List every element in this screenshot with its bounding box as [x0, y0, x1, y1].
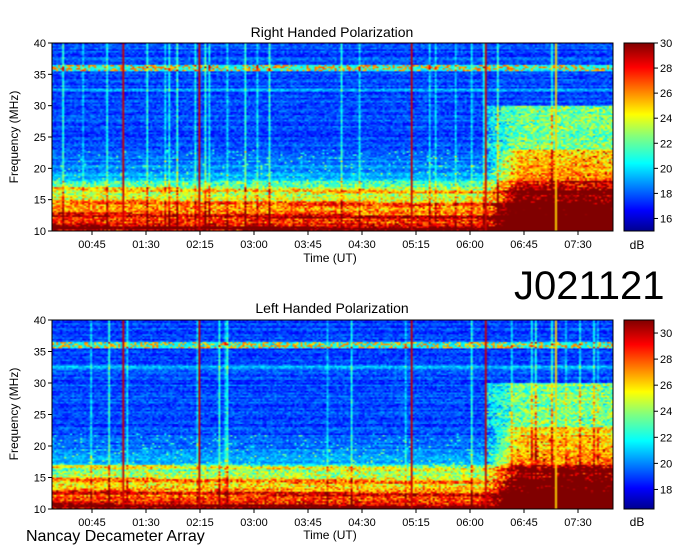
left-colorbar-unit: dB — [630, 515, 645, 529]
right-colorbar: 16 18 20 22 24 26 28 30 dB — [623, 38, 672, 252]
y-tick-label: 20 — [34, 441, 46, 453]
left-colorbar: 18 20 22 24 26 28 30 dB — [623, 319, 672, 529]
right-heatmap-image — [52, 43, 613, 231]
colorbar-tick-label: 20 — [660, 163, 672, 175]
x-tick-label: 05:15 — [402, 239, 430, 251]
y-tick-label: 15 — [34, 195, 46, 207]
x-tick-label: 07:30 — [564, 517, 592, 529]
colorbar-tick-label: 20 — [660, 458, 672, 470]
y-tick-label: 25 — [34, 132, 46, 144]
right-colorbar-scale — [623, 42, 655, 232]
colorbar-tick-label: 18 — [660, 484, 672, 496]
y-tick-label: 25 — [34, 410, 46, 422]
colorbar-tick-label: 22 — [660, 432, 672, 444]
x-tick-label: 03:00 — [240, 239, 268, 251]
right-x-axis-label: Time (UT) — [303, 251, 357, 265]
x-tick-label: 00:45 — [78, 239, 106, 251]
y-tick-label: 40 — [34, 315, 46, 327]
x-tick-label: 06:00 — [456, 239, 484, 251]
x-tick-label: 05:15 — [402, 517, 430, 529]
left-colorbar-scale — [623, 319, 655, 510]
colorbar-tick-label: 30 — [660, 38, 672, 50]
colorbar-tick-label: 24 — [660, 113, 672, 125]
right-colorbar-ticks: 16 18 20 22 24 26 28 30 — [654, 38, 672, 225]
colorbar-tick-label: 26 — [660, 380, 672, 392]
colorbar-tick-label: 22 — [660, 138, 672, 150]
x-tick-label: 03:00 — [240, 517, 268, 529]
colorbar-tick-label: 16 — [660, 213, 672, 225]
y-tick-label: 15 — [34, 473, 46, 485]
colorbar-tick-label: 28 — [660, 63, 672, 75]
y-tick-label: 40 — [34, 38, 46, 50]
y-tick-label: 10 — [34, 226, 46, 238]
x-tick-label: 04:30 — [348, 239, 376, 251]
colorbar-tick-label: 30 — [660, 328, 672, 340]
left-y-axis: 10 15 20 25 30 35 40 — [34, 315, 52, 516]
y-tick-label: 10 — [34, 504, 46, 516]
colorbar-tick-label: 18 — [660, 188, 672, 200]
observation-identifier: J021121 — [514, 264, 665, 308]
x-tick-label: 07:30 — [564, 239, 592, 251]
right-heatmap — [52, 43, 613, 231]
right-x-axis: 00:45 01:30 02:15 03:00 03:45 04:30 05:15 06:00… — [78, 231, 592, 251]
x-tick-label: 06:45 — [510, 517, 538, 529]
right-y-axis-label: Frequency (MHz) — [7, 91, 21, 184]
x-tick-label: 01:30 — [132, 239, 160, 251]
right-y-axis: 10 15 20 25 30 35 40 — [34, 38, 52, 238]
instrument-label: Nancay Decameter Array — [26, 528, 205, 545]
x-tick-label: 03:45 — [294, 239, 322, 251]
right-panel-title: Right Handed Polarization — [251, 24, 414, 40]
left-x-axis: 00:45 01:30 02:15 03:00 03:45 04:30 05:15 06:00… — [78, 509, 592, 529]
colorbar-tick-label: 24 — [660, 406, 672, 418]
left-x-axis-label: Time (UT) — [303, 528, 357, 542]
y-tick-label: 30 — [34, 101, 46, 113]
left-polarization-panel: Left Handed Polarization 10152025303540 … — [7, 300, 672, 542]
x-tick-label: 06:45 — [510, 239, 538, 251]
right-colorbar-unit: dB — [630, 238, 645, 252]
left-panel-title: Left Handed Polarization — [255, 300, 408, 316]
left-heatmap-image — [52, 320, 613, 509]
left-colorbar-ticks: 18 20 22 24 26 28 30 — [654, 328, 672, 496]
y-tick-label: 35 — [34, 347, 46, 359]
left-y-axis-label: Frequency (MHz) — [7, 368, 21, 461]
x-tick-label: 02:15 — [186, 239, 214, 251]
x-tick-label: 06:00 — [456, 517, 484, 529]
y-tick-label: 35 — [34, 69, 46, 81]
colorbar-tick-label: 26 — [660, 88, 672, 100]
left-heatmap — [52, 320, 613, 509]
right-polarization-panel: Right Handed Polarization 10 15 20 25 30 35 40… — [7, 24, 672, 265]
y-tick-label: 20 — [34, 163, 46, 175]
y-tick-label: 30 — [34, 378, 46, 390]
colorbar-tick-label: 28 — [660, 354, 672, 366]
